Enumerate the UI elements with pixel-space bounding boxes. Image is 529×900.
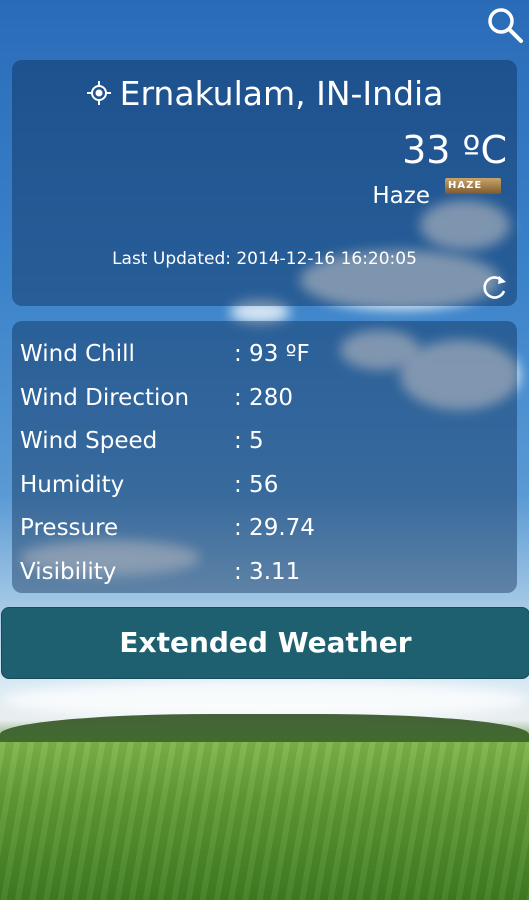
refresh-icon: [483, 276, 506, 299]
condition-text: Haze: [372, 183, 430, 209]
location-title: Ernakulam, IN-India: [0, 72, 529, 116]
detail-row-wind-direction: Wind Direction : 280: [20, 378, 510, 418]
detail-row-visibility: Visibility : 3.11: [20, 552, 510, 592]
refresh-button[interactable]: [480, 272, 510, 302]
detail-value: : 5: [234, 428, 264, 454]
location-target-icon[interactable]: [86, 80, 112, 106]
search-icon: [488, 8, 523, 43]
grass-field: [0, 742, 529, 900]
detail-value: : 56: [234, 472, 279, 498]
detail-row-wind-speed: Wind Speed : 5: [20, 421, 510, 461]
temperature: 33 ºC: [402, 128, 507, 172]
detail-value: : 93 ºF: [234, 341, 310, 367]
detail-label: Wind Direction: [20, 385, 190, 411]
detail-value: : 3.11: [234, 559, 301, 585]
detail-row-pressure: Pressure : 29.74: [20, 508, 510, 548]
search-button[interactable]: [484, 4, 526, 46]
location-text: Ernakulam, IN-India: [119, 74, 444, 113]
detail-label: Humidity: [20, 472, 125, 498]
detail-label: Wind Chill: [20, 341, 135, 367]
extended-weather-button[interactable]: Extended Weather: [1, 607, 529, 679]
detail-value: : 280: [234, 385, 293, 411]
detail-label: Visibility: [20, 559, 117, 585]
last-updated: Last Updated: 2014-12-16 16:20:05: [112, 249, 417, 269]
detail-label: Wind Speed: [20, 428, 158, 454]
detail-value: : 29.74: [234, 515, 315, 541]
detail-row-wind-chill: Wind Chill : 93 ºF: [20, 334, 510, 374]
haze-condition-icon: HAZE: [445, 178, 501, 194]
detail-label: Pressure: [20, 515, 119, 541]
detail-row-humidity: Humidity : 56: [20, 465, 510, 505]
